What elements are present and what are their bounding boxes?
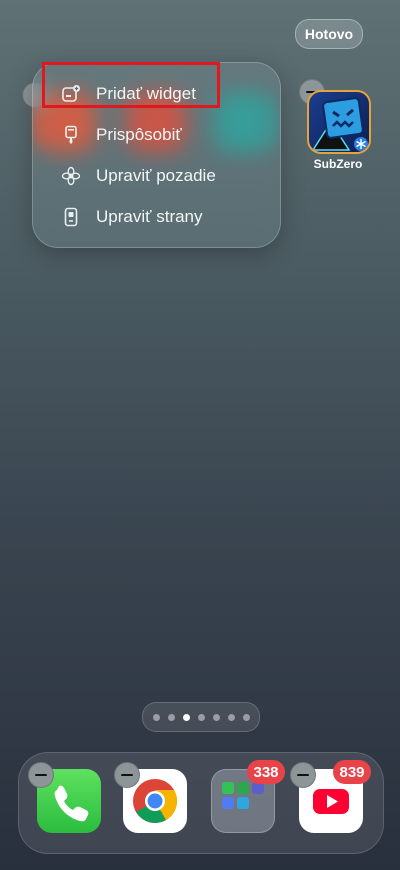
page-dot[interactable] (227, 713, 235, 721)
wallpaper-flower-icon (61, 166, 81, 186)
done-button[interactable]: Hotovo (295, 19, 363, 49)
menu-item-customize[interactable]: Prispôsobiť (61, 115, 271, 155)
remove-chrome-button[interactable] (114, 762, 140, 788)
menu-item-edit-pages[interactable]: Upraviť strany (61, 197, 271, 237)
remove-phone-button[interactable] (28, 762, 54, 788)
page-dot[interactable] (212, 713, 220, 721)
app-label: SubZero (313, 157, 363, 171)
notification-badge: 839 (333, 760, 371, 784)
menu-item-label: Upraviť pozadie (96, 166, 216, 185)
pages-icon (61, 207, 81, 227)
page-dot[interactable] (152, 713, 160, 721)
menu-item-label: Prispôsobiť (96, 125, 182, 144)
subzero-app-icon[interactable] (307, 90, 371, 154)
page-dot[interactable] (167, 713, 175, 721)
highlight-box (42, 62, 220, 108)
remove-youtube-button[interactable] (290, 762, 316, 788)
menu-item-label: Upraviť strany (96, 207, 203, 226)
customize-brush-icon (61, 125, 81, 145)
page-dot[interactable] (182, 713, 190, 721)
page-indicator[interactable] (142, 702, 260, 732)
page-dot[interactable] (242, 713, 250, 721)
menu-item-edit-wallpaper[interactable]: Upraviť pozadie (61, 156, 271, 196)
notification-badge: 338 (247, 760, 285, 784)
page-dot[interactable] (197, 713, 205, 721)
